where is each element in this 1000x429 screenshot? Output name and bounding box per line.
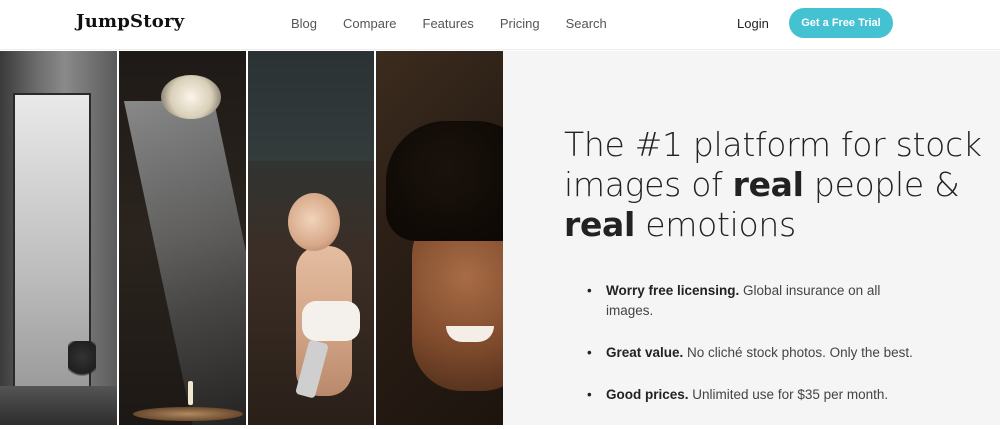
- cave-floor-light: [133, 407, 244, 421]
- headline-bold-2: real: [564, 205, 636, 244]
- nav-pricing[interactable]: Pricing: [500, 16, 540, 31]
- main-nav: Blog Compare Features Pricing Search: [291, 16, 633, 31]
- hero-headline: The #1 platform for stock images of real…: [564, 125, 994, 245]
- hero-content: The #1 platform for stock images of real…: [503, 51, 1000, 425]
- free-trial-button[interactable]: Get a Free Trial: [789, 8, 893, 38]
- window-photo: [0, 51, 118, 425]
- feature-item-licensing: Worry free licensing. Global insurance o…: [587, 281, 917, 321]
- window-sill: [0, 386, 118, 425]
- man-hair: [386, 121, 504, 241]
- feature-item-value: Great value. No cliché stock photos. Onl…: [587, 343, 917, 363]
- feature-list: Worry free licensing. Global insurance o…: [587, 281, 917, 427]
- nav-features[interactable]: Features: [423, 16, 474, 31]
- site-header: JumpStory Blog Compare Features Pricing …: [0, 0, 1000, 50]
- headline-bold-1: real: [732, 165, 804, 204]
- headline-text-2: people &: [803, 165, 960, 204]
- feature-item-prices: Good prices. Unlimited use for $35 per m…: [587, 385, 917, 405]
- light-beam: [123, 101, 247, 425]
- cave-photo: [119, 51, 247, 425]
- nav-blog[interactable]: Blog: [291, 16, 317, 31]
- feature-text: Unlimited use for $35 per month.: [688, 387, 889, 402]
- feature-title: Good prices.: [606, 387, 689, 402]
- nav-search[interactable]: Search: [566, 16, 607, 31]
- hero-image-strip: [0, 51, 504, 425]
- plant-silhouette: [68, 341, 96, 381]
- nav-compare[interactable]: Compare: [343, 16, 396, 31]
- baby-head: [288, 193, 341, 251]
- headline-text-3: emotions: [635, 205, 796, 244]
- sofa-shape: [248, 51, 375, 161]
- feature-title: Great value.: [606, 345, 684, 360]
- feature-title: Worry free licensing.: [606, 283, 740, 298]
- diaper-shape: [302, 301, 361, 341]
- login-link[interactable]: Login: [737, 16, 769, 31]
- logo[interactable]: JumpStory: [76, 11, 184, 32]
- smiling-man-photo: [376, 51, 504, 425]
- cave-opening: [161, 75, 222, 119]
- person-figure: [188, 381, 194, 405]
- baby-photo: [248, 51, 375, 425]
- feature-text: No cliché stock photos. Only the best.: [683, 345, 913, 360]
